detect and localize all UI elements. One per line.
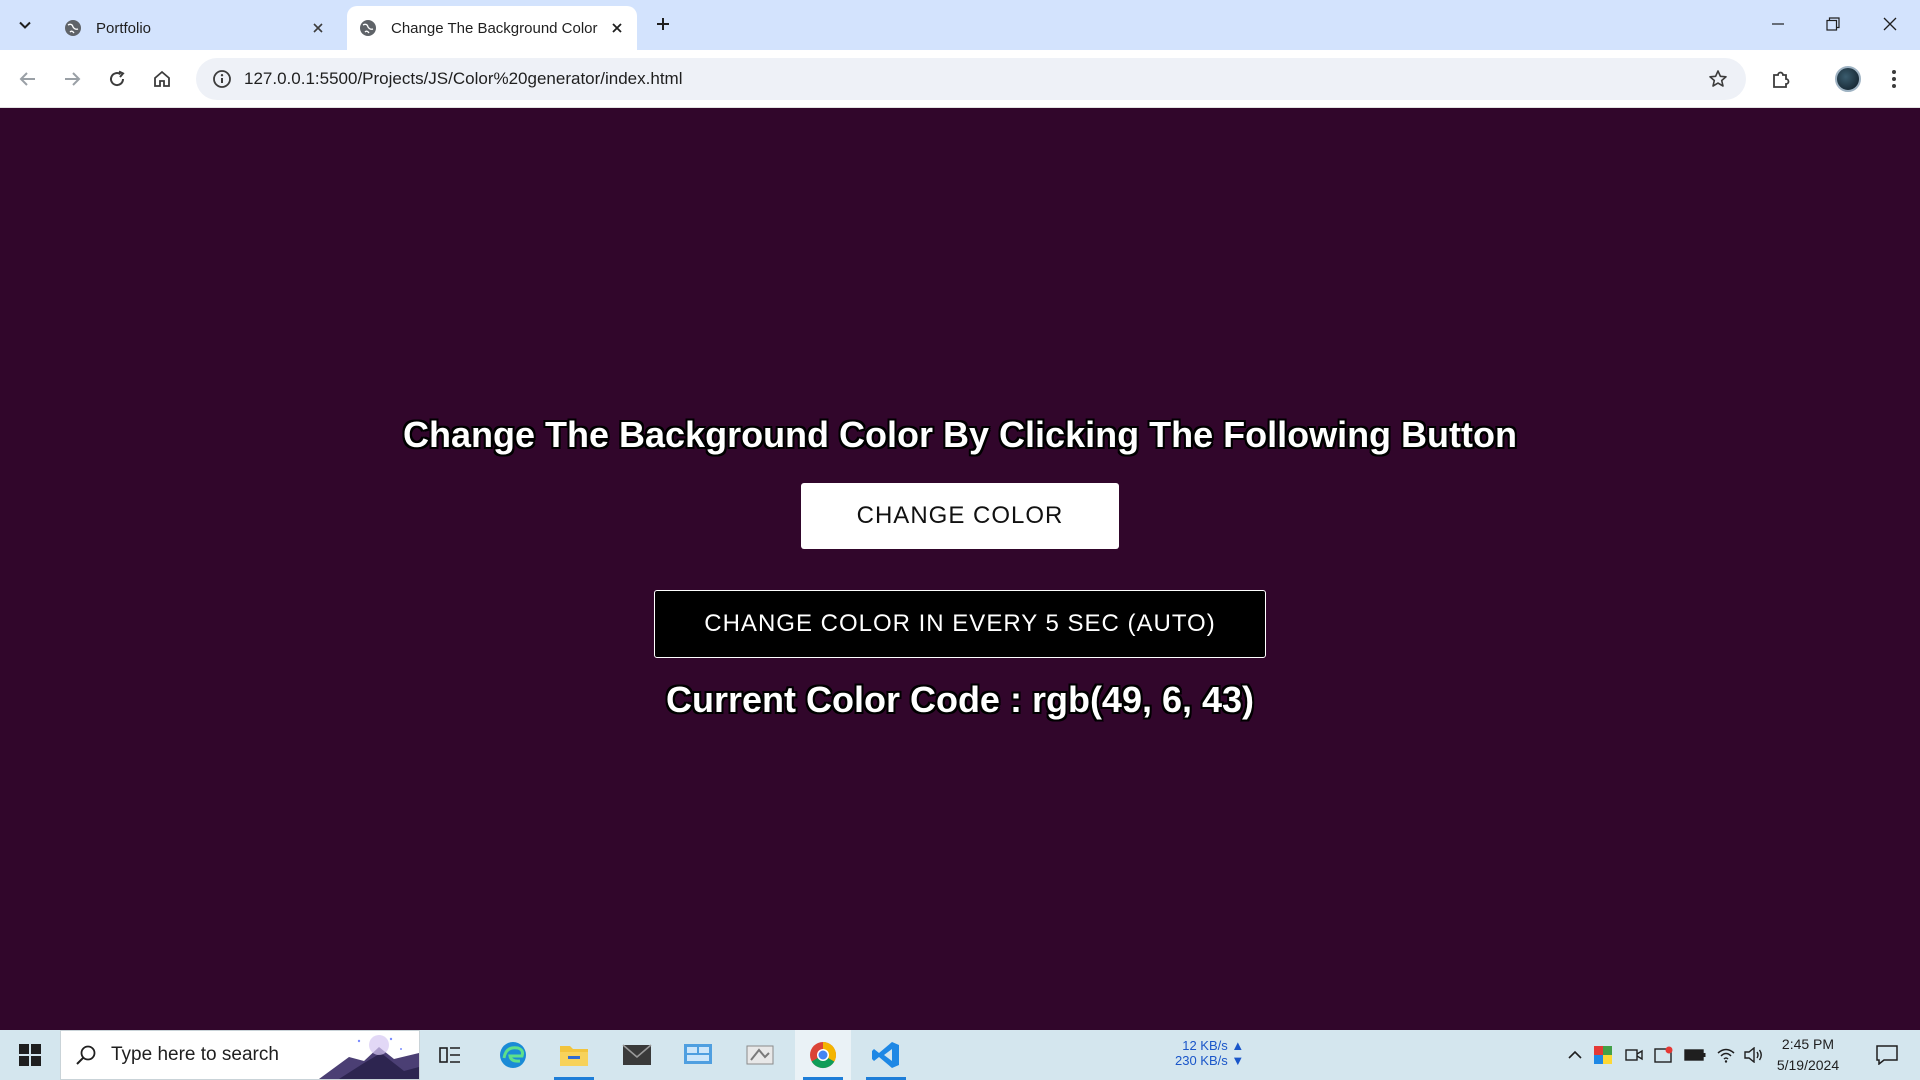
task-view-button[interactable] [422, 1030, 478, 1080]
tab-title: Portfolio [96, 19, 152, 37]
home-button[interactable] [146, 63, 178, 95]
change-color-button[interactable]: CHANGE COLOR [801, 483, 1119, 549]
upload-speed: 12 KB/s [1182, 1038, 1228, 1053]
arrow-right-icon [65, 72, 81, 86]
taskbar-paint[interactable] [732, 1030, 788, 1080]
clock-date: 5/19/2024 [1776, 1057, 1840, 1073]
taskbar-vscode[interactable] [858, 1030, 914, 1080]
notification-icon [1876, 1045, 1898, 1065]
minimize-icon [1772, 23, 1784, 25]
wifi-icon [1717, 1048, 1735, 1063]
task-view-icon [439, 1047, 460, 1063]
tab-search-button[interactable] [10, 10, 40, 40]
page-heading: Change The Background Color By Clicking … [403, 414, 1517, 455]
bookmark-star-icon[interactable] [1698, 69, 1738, 89]
kebab-menu-icon [1892, 70, 1896, 88]
security-icon [1654, 1046, 1673, 1063]
tray-meet-button[interactable] [1620, 1030, 1648, 1080]
restore-button[interactable] [1805, 6, 1861, 42]
control-panel-icon [684, 1044, 712, 1064]
auto-change-color-button[interactable]: CHANGE COLOR IN EVERY 5 SEC (AUTO) [654, 590, 1266, 658]
search-icon [61, 1044, 111, 1066]
camera-icon [1625, 1049, 1643, 1061]
taskbar-file-explorer[interactable] [546, 1030, 602, 1080]
taskbar: Type here to search 12 KB/s ▲ 230 KB/s ▼… [0, 1030, 1920, 1080]
puzzle-icon [1773, 71, 1790, 88]
folder-icon [560, 1046, 588, 1066]
arrow-left-icon [19, 72, 35, 86]
chevron-up-icon [1568, 1050, 1582, 1059]
chrome-icon [810, 1042, 837, 1069]
globe-icon [62, 17, 84, 39]
address-bar[interactable]: 127.0.0.1:5500/Projects/JS/Color%20gener… [196, 58, 1746, 100]
download-speed: 230 KB/s [1175, 1053, 1228, 1068]
back-button[interactable] [12, 63, 44, 95]
show-hidden-icons-button[interactable] [1561, 1030, 1589, 1080]
edge-icon [500, 1042, 526, 1068]
close-icon[interactable] [605, 16, 629, 40]
tab-change-background-color[interactable]: Change The Background Color [347, 6, 637, 50]
avatar [1835, 66, 1861, 92]
taskbar-control-panel[interactable] [670, 1030, 726, 1080]
plus-icon [657, 18, 669, 30]
profile-button[interactable] [1832, 63, 1864, 95]
page-body: Change The Background Color By Clicking … [0, 108, 1920, 1030]
tab-title: Change The Background Color [391, 19, 598, 37]
tab-strip: Portfolio Change The Background Color [0, 0, 1920, 50]
forward-button[interactable] [56, 63, 88, 95]
tray-security-button[interactable] [1650, 1030, 1678, 1080]
windows-logo-icon [19, 1044, 41, 1066]
volume-button[interactable] [1740, 1030, 1768, 1080]
chevron-down-icon [19, 21, 31, 29]
taskbar-edge[interactable] [485, 1030, 541, 1080]
minimize-button[interactable] [1750, 6, 1806, 42]
home-icon [154, 70, 170, 87]
taskbar-mail[interactable] [609, 1030, 665, 1080]
close-window-button[interactable] [1862, 6, 1918, 42]
clock-time: 2:45 PM [1781, 1036, 1835, 1052]
new-tab-button[interactable] [650, 11, 676, 37]
mail-icon [622, 1044, 652, 1065]
search-highlight-image [319, 1035, 419, 1079]
vscode-icon [872, 1042, 899, 1068]
tray-app-button[interactable] [1589, 1030, 1617, 1080]
arrow-down-icon: ▼ [1231, 1053, 1245, 1068]
paint-icon [746, 1045, 774, 1065]
notification-center-button[interactable] [1862, 1030, 1912, 1080]
wifi-button[interactable] [1712, 1030, 1740, 1080]
close-icon[interactable] [306, 16, 330, 40]
battery-icon [1684, 1049, 1706, 1061]
network-speed-widget: 12 KB/s ▲ 230 KB/s ▼ [1175, 1038, 1244, 1068]
restore-icon [1826, 17, 1840, 31]
arrow-up-icon: ▲ [1231, 1038, 1245, 1053]
extensions-button[interactable] [1765, 63, 1797, 95]
tab-portfolio[interactable]: Portfolio [52, 6, 338, 50]
browser-toolbar: 127.0.0.1:5500/Projects/JS/Color%20gener… [0, 50, 1920, 108]
search-placeholder: Type here to search [111, 1044, 279, 1065]
reload-button[interactable] [101, 63, 133, 95]
taskbar-chrome[interactable] [795, 1030, 851, 1080]
menu-button[interactable] [1878, 63, 1910, 95]
battery-button[interactable] [1681, 1030, 1709, 1080]
system-clock[interactable]: 2:45 PM 5/19/2024 [1768, 1034, 1848, 1076]
speaker-icon [1744, 1047, 1762, 1063]
colorful-app-icon [1594, 1046, 1612, 1064]
close-icon [1883, 17, 1897, 31]
start-button[interactable] [0, 1030, 60, 1080]
url-text[interactable]: 127.0.0.1:5500/Projects/JS/Color%20gener… [244, 69, 1698, 89]
globe-icon [357, 17, 379, 39]
site-info-icon[interactable] [204, 69, 240, 89]
current-color-code: Current Color Code : rgb(49, 6, 43) [665, 679, 1255, 720]
taskbar-search-box[interactable]: Type here to search [60, 1030, 420, 1080]
reload-icon [110, 70, 125, 87]
